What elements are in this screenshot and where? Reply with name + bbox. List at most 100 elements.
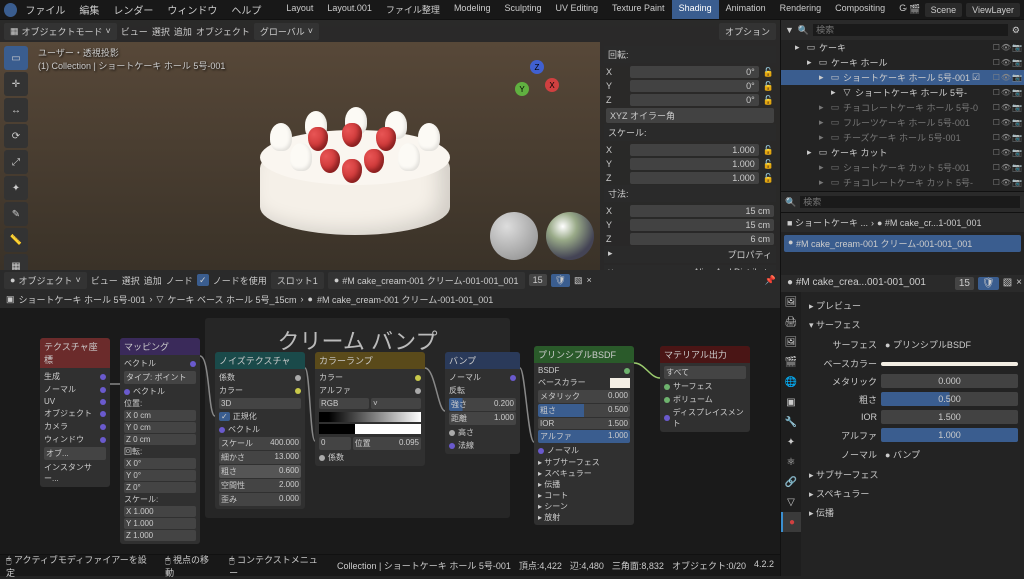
workspace-tab-active[interactable]: Shading	[672, 0, 719, 19]
slider-field[interactable]: 0.500	[881, 392, 1018, 406]
tool-select-box[interactable]: ▭	[4, 46, 28, 70]
outliner-row[interactable]: ▸▭ショートケーキ カット 5号-001☐👁📷	[781, 160, 1024, 175]
node-principled-bsdf[interactable]: プリンシプルBSDF BSDF ベースカラー メタリック0.000 粗さ0.50…	[534, 346, 634, 525]
ramp-stops[interactable]	[319, 424, 421, 434]
object-field[interactable]: オブ...	[44, 447, 106, 460]
mat-users-count[interactable]: 15	[529, 274, 547, 286]
tab-viewlayer[interactable]: 🖼	[781, 332, 801, 352]
tab-scene[interactable]: 🎬	[781, 352, 801, 372]
camera-icon[interactable]: 📷	[1012, 178, 1022, 187]
unlink-icon[interactable]: ×	[1016, 277, 1022, 290]
color-swatch[interactable]	[881, 362, 1018, 366]
camera-icon[interactable]: 📷	[1012, 88, 1022, 97]
material-selector[interactable]: ● #M cake_cream-001 クリーム-001-001_001	[328, 272, 525, 289]
filter-icon[interactable]: ▼	[785, 25, 794, 35]
pin-icon[interactable]: 📌	[765, 275, 776, 286]
node-material-output[interactable]: マテリアル出力 すべて サーフェス ボリューム ディスプレイスメント	[660, 346, 750, 432]
workspace-tab[interactable]: Compositing	[828, 0, 892, 19]
outliner-row[interactable]: ▸▭フルーツケーキ カット 5号-001☐👁📷	[781, 190, 1024, 191]
eye-icon[interactable]: 👁	[1001, 148, 1011, 157]
3d-viewport[interactable]: ▦オブジェクトモード ˅ ビュー 選択 追加 オブジェクト グローバル ˅ オプ…	[0, 20, 780, 270]
outliner-row[interactable]: ▸▽ショートケーキ ホール 5号-☐👁📷	[781, 85, 1024, 100]
dim-x-field[interactable]: 15 cm	[630, 205, 774, 217]
tool-measure[interactable]: 📏	[4, 228, 28, 252]
gizmo-y-icon[interactable]: Y	[515, 82, 529, 96]
outliner-row[interactable]: ▸▭ケーキ ホール☐👁📷	[781, 55, 1024, 70]
tool-move[interactable]: ↔	[4, 98, 28, 122]
gizmo-x-icon[interactable]: X	[545, 78, 559, 92]
section-specular[interactable]: ▸ スペキュラー	[807, 484, 1018, 503]
tool-add[interactable]: ▦	[4, 254, 28, 270]
outliner-row[interactable]: ▸▭チョコレートケーキ カット 5号-☐👁📷	[781, 175, 1024, 190]
tab-object[interactable]: ▣	[781, 392, 801, 412]
unlink-icon[interactable]: ▧	[574, 275, 583, 286]
tab-material[interactable]: ●	[781, 512, 801, 532]
lock-icon[interactable]: 🔓	[763, 173, 774, 184]
link-value[interactable]: ● プリンシプルBSDF	[881, 336, 1018, 353]
viewport-menu-add[interactable]: 追加	[174, 25, 192, 38]
gizmo-z-icon[interactable]: Z	[530, 60, 544, 74]
menu-file[interactable]: ファイル	[19, 0, 71, 19]
eye-icon[interactable]: 👁	[1001, 133, 1011, 142]
camera-icon[interactable]: 📷	[1012, 103, 1022, 112]
panel-properties[interactable]: ▸ プロパティ	[604, 246, 776, 263]
node-editor[interactable]: ▣ショートケーキ ホール 5号-001 › ▽ケーキ ベース ホール 5号_15…	[0, 290, 780, 554]
tool-rotate[interactable]: ⟳	[4, 124, 28, 148]
tab-modifiers[interactable]: 🔧	[781, 412, 801, 432]
eye-icon[interactable]: 👁	[1001, 58, 1011, 67]
slider-field[interactable]: 0.000	[881, 374, 1018, 388]
workspace-tab[interactable]: Layout	[279, 0, 320, 19]
fake-user-icon[interactable]: 🛡	[551, 274, 570, 287]
material-users[interactable]: 15	[955, 277, 974, 290]
outliner-row[interactable]: ▸▭フルーツケーキ ホール 5号-001☐👁📷	[781, 115, 1024, 130]
eye-icon[interactable]: 👁	[1001, 103, 1011, 112]
lock-icon[interactable]: 🔓	[763, 81, 774, 92]
bc-object[interactable]: ■ ショートケーキ ...	[787, 216, 868, 229]
material-slot-active[interactable]: ● #M cake_cream-001 クリーム-001-001_001	[784, 235, 1021, 252]
orientation-selector[interactable]: グローバル ˅	[254, 23, 319, 40]
section-surface[interactable]: ▾ サーフェス	[807, 315, 1018, 334]
lock-icon[interactable]: 🔓	[763, 95, 774, 106]
outliner-search-input[interactable]	[813, 24, 1008, 36]
exclude-icon[interactable]: ☐	[993, 133, 1000, 142]
outliner-row[interactable]: ▸▭チョコレートケーキ ホール 5号-0☐👁📷	[781, 100, 1024, 115]
eye-icon[interactable]: 👁	[1001, 43, 1011, 52]
workspace-tab[interactable]: ファイル整理	[379, 0, 447, 19]
tab-particles[interactable]: ✦	[781, 432, 801, 452]
node-menu-select[interactable]: 選択	[122, 274, 140, 287]
lock-icon[interactable]: 🔓	[763, 145, 774, 156]
outliner-row[interactable]: ▸▭ケーキ☐👁📷	[781, 40, 1024, 55]
workspace-tab[interactable]: Modeling	[447, 0, 498, 19]
tool-transform[interactable]: ✦	[4, 176, 28, 200]
eye-icon[interactable]: 👁	[1001, 163, 1011, 172]
tab-constraints[interactable]: 🔗	[781, 472, 801, 492]
outliner-row[interactable]: ▸▭ケーキ カット☐👁📷	[781, 145, 1024, 160]
workspace-tab[interactable]: Layout.001	[320, 0, 379, 19]
workspace-tab[interactable]: Texture Paint	[605, 0, 672, 19]
camera-icon[interactable]: 📷	[1012, 73, 1022, 82]
viewport-menu-object[interactable]: オブジェクト	[196, 25, 250, 38]
scale-z-field[interactable]: 1.000	[630, 172, 759, 184]
props-search-input[interactable]	[800, 196, 1020, 208]
tool-annotate[interactable]: ✎	[4, 202, 28, 226]
menu-render[interactable]: レンダー	[107, 0, 159, 19]
new-material-icon[interactable]: ▧	[1003, 277, 1012, 290]
slot-selector[interactable]: スロット1	[271, 272, 324, 289]
tab-world[interactable]: 🌐	[781, 372, 801, 392]
tool-scale[interactable]: ⤢	[4, 150, 28, 174]
camera-icon[interactable]: 📷	[1012, 58, 1022, 67]
camera-icon[interactable]: 📷	[1012, 133, 1022, 142]
value-field[interactable]: 1.500	[881, 410, 1018, 424]
dim-z-field[interactable]: 6 cm	[630, 233, 774, 245]
lock-icon[interactable]: 🔓	[763, 159, 774, 170]
lock-icon[interactable]: 🔓	[763, 67, 774, 78]
dim-y-field[interactable]: 15 cm	[630, 219, 774, 231]
exclude-icon[interactable]: ☐	[993, 148, 1000, 157]
scene-selector[interactable]: Scene	[925, 3, 963, 17]
exclude-icon[interactable]: ☐	[993, 118, 1000, 127]
node-menu-add[interactable]: 追加	[144, 274, 162, 287]
eye-icon[interactable]: 👁	[1001, 118, 1011, 127]
close-icon[interactable]: ×	[587, 275, 592, 285]
checkbox-icon[interactable]: ☑	[972, 72, 980, 83]
node-texcoord[interactable]: テクスチャ座標 生成 ノーマル UV オブジェクト カメラ ウィンドウ オブ..…	[40, 338, 110, 487]
